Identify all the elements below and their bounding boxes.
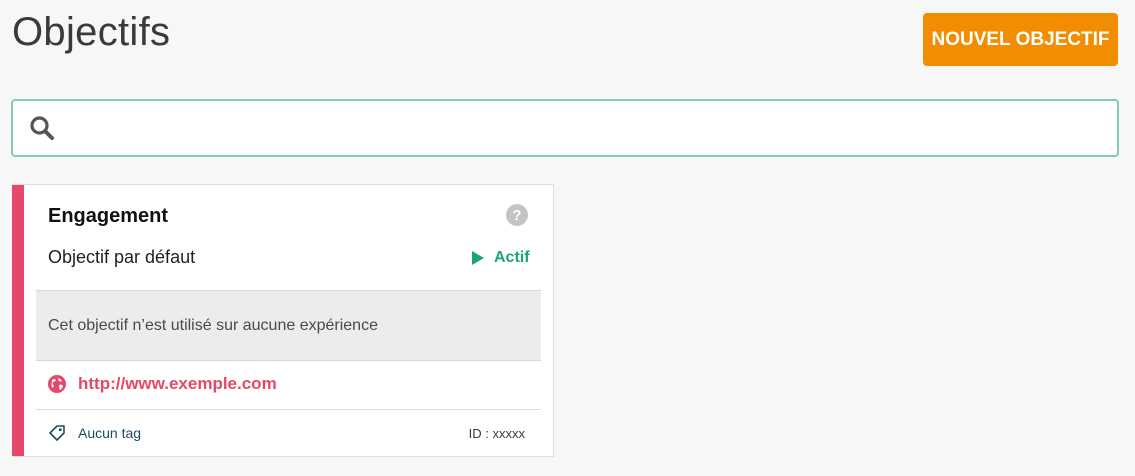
search-input[interactable] xyxy=(57,101,1117,155)
goal-type: Objectif par défaut xyxy=(48,247,196,267)
svg-text:?: ? xyxy=(512,207,521,224)
search-icon[interactable] xyxy=(27,113,57,143)
search-bar xyxy=(11,99,1119,157)
globe-icon xyxy=(48,375,66,393)
help-icon[interactable]: ? xyxy=(506,204,528,226)
goal-id: ID : xxxxx xyxy=(468,426,525,441)
play-icon xyxy=(472,251,484,265)
status-badge: Actif xyxy=(472,249,530,267)
card-accent-bar xyxy=(12,185,24,456)
usage-info: Cet objectif n’est utilisé sur aucune ex… xyxy=(36,290,541,361)
goal-card[interactable]: Engagement ? Objectif par défaut Actif C… xyxy=(12,184,554,457)
tags-label: Aucun tag xyxy=(78,425,142,441)
new-goal-button[interactable]: NOUVEL OBJECTIF xyxy=(923,13,1118,66)
tags-row[interactable]: Aucun tag xyxy=(48,424,141,442)
goal-title: Engagement xyxy=(48,205,169,227)
divider xyxy=(36,409,541,410)
page-title: Objectifs xyxy=(12,10,171,54)
goal-url-link[interactable]: http://www.exemple.com xyxy=(78,374,277,394)
status-label: Actif xyxy=(494,249,530,266)
tag-icon xyxy=(48,424,66,442)
goal-url-row: http://www.exemple.com xyxy=(48,374,277,394)
